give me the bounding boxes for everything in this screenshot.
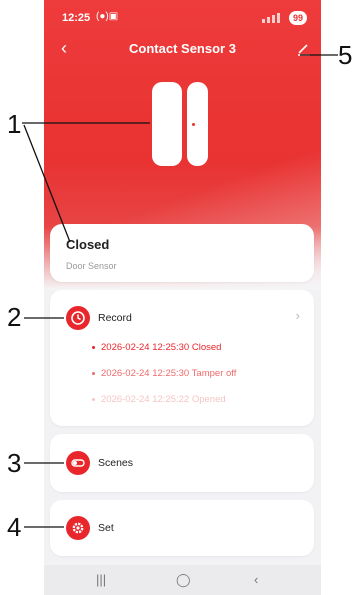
callout-4: 4 [7, 512, 22, 542]
chevron-right-icon: › [295, 308, 300, 323]
status-card: Closed Door Sensor [50, 224, 314, 282]
set-icon-badge [66, 516, 90, 540]
toggle-icon [71, 459, 85, 467]
set-label: Set [98, 522, 114, 534]
system-back-button[interactable]: ‹ [254, 572, 258, 587]
clock-icon [71, 311, 85, 325]
sensor-led-left [184, 123, 187, 126]
status-bar: 12:25 (●)▣ 99 [44, 8, 321, 30]
callout-5: 5 [338, 40, 353, 70]
signal-icon [260, 13, 286, 23]
record-icon-badge [66, 306, 90, 330]
page-title: Contact Sensor 3 [129, 41, 236, 56]
home-button[interactable]: ◯ [176, 572, 191, 588]
record-card[interactable]: Record › 2026-02-24 12:25:30 Closed 2026… [50, 290, 314, 426]
callout-3: 3 [7, 448, 22, 478]
set-card[interactable]: Set [50, 500, 314, 556]
record-label: Record [98, 312, 132, 324]
status-time: 12:25 [62, 12, 91, 24]
device-type: Door Sensor [66, 261, 117, 271]
edit-button[interactable] [296, 41, 312, 57]
status-indicators: 99 [260, 11, 307, 25]
phone-screen: 12:25 (●)▣ 99 ‹ Contact Sensor 3 Closed [44, 0, 321, 595]
contact-sensor-image [152, 82, 210, 166]
door-state: Closed [66, 237, 110, 252]
sensor-led-right [192, 123, 195, 126]
sensor-body [152, 82, 182, 166]
battery-badge: 99 [288, 11, 307, 25]
recents-button[interactable]: ||| [96, 572, 106, 587]
system-nav-bar: ||| ◯ ‹ [44, 565, 321, 595]
log-entry: 2026-02-24 12:25:30 Tamper off [92, 368, 236, 379]
notification-icons: (●)▣ [96, 11, 119, 22]
gear-icon [72, 522, 84, 534]
callout-1: 1 [7, 109, 22, 139]
callout-2: 2 [7, 302, 22, 332]
scenes-icon-badge [66, 451, 90, 475]
pencil-icon [298, 44, 310, 56]
sensor-magnet [187, 82, 208, 166]
scenes-label: Scenes [98, 457, 134, 469]
scenes-card[interactable]: Scenes [50, 434, 314, 492]
log-entry: 2026-02-24 12:25:30 Closed [92, 342, 221, 353]
nav-bar: ‹ Contact Sensor 3 [44, 36, 321, 62]
log-entry: 2026-02-24 12:25:22 Opened [92, 394, 226, 405]
